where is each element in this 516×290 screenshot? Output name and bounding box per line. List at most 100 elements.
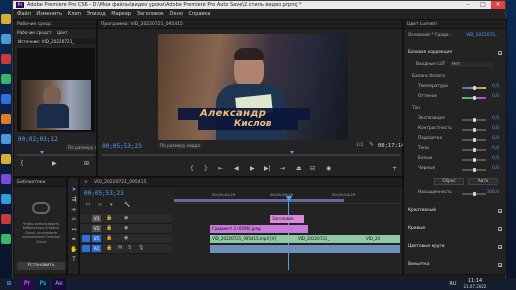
- shadows-value[interactable]: 0,0: [492, 146, 499, 151]
- highlights-slider[interactable]: [462, 138, 486, 142]
- exposure-slider[interactable]: [462, 118, 486, 122]
- close-icon[interactable]: ×: [491, 1, 505, 9]
- curves-header[interactable]: Кривые: [408, 226, 502, 231]
- minimize-icon[interactable]: –: [461, 1, 475, 9]
- add-button-icon[interactable]: +: [392, 165, 397, 172]
- source-zoom-select[interactable]: По размеру кад: [66, 144, 96, 151]
- desktop-icon-2[interactable]: [1, 34, 11, 44]
- color-wheels-checkbox[interactable]: ✓: [498, 245, 502, 250]
- source-playhead-icon[interactable]: [40, 151, 44, 154]
- lumetri-tab[interactable]: Цвет Lumetri: [404, 20, 506, 29]
- desktop-icon-11[interactable]: [1, 214, 11, 224]
- ripple-edit-tool-icon[interactable]: ⟛: [70, 206, 78, 214]
- master-clip-select[interactable]: Основной * Гради...: [408, 33, 453, 38]
- clip-v1-b[interactable]: VID_20220721_: [296, 235, 364, 243]
- white-balance-header[interactable]: Баланс белого: [412, 74, 502, 79]
- step-back-icon[interactable]: ◀: [234, 165, 239, 172]
- a1-mute-icon[interactable]: M: [118, 245, 122, 251]
- highlights-value[interactable]: 0,0: [492, 136, 499, 141]
- taskbar-app-premiere[interactable]: Pr: [20, 278, 34, 290]
- clip-title[interactable]: Заголовок: [270, 215, 304, 223]
- blacks-slider[interactable]: [462, 168, 486, 172]
- program-tab[interactable]: Программа: VID_20220721_095415: [98, 20, 402, 29]
- vignette-header[interactable]: Виньетка: [408, 262, 502, 267]
- desktop-icon-12[interactable]: [1, 234, 11, 244]
- install-button[interactable]: Установить: [17, 262, 65, 270]
- selection-tool-icon[interactable]: ➤: [70, 186, 78, 194]
- contrast-slider[interactable]: [462, 128, 486, 132]
- pen-tool-icon[interactable]: ✒: [70, 236, 78, 244]
- temperature-value[interactable]: 0,0: [492, 84, 499, 89]
- menu-help[interactable]: Справка: [188, 11, 210, 17]
- exposure-value[interactable]: 0,0: [492, 116, 499, 121]
- language-indicator[interactable]: RU: [446, 278, 460, 290]
- desktop-icon-1[interactable]: [1, 14, 11, 24]
- program-zoom-select[interactable]: По размеру кадра: [158, 142, 202, 149]
- timeline-settings-icon[interactable]: 🔧: [124, 202, 130, 208]
- track-label-a1[interactable]: A1: [92, 245, 101, 252]
- lift-icon[interactable]: ⏏: [296, 165, 302, 172]
- saturation-value[interactable]: 100,0: [487, 190, 499, 195]
- tone-header[interactable]: Тон: [412, 106, 502, 111]
- source-label[interactable]: Источник: VID_20220721_: [17, 39, 95, 44]
- desktop-icon-3[interactable]: [1, 54, 11, 64]
- mark-out-icon[interactable]: }: [204, 165, 208, 172]
- desktop-icon-7[interactable]: [1, 134, 11, 144]
- auto-button[interactable]: Авто: [468, 178, 498, 185]
- desktop-icon-4[interactable]: [1, 74, 11, 84]
- track-select-tool-icon[interactable]: ⇶: [70, 196, 78, 204]
- contrast-value[interactable]: 0,0: [492, 126, 499, 131]
- desktop-icon-9[interactable]: [1, 174, 11, 184]
- clock-date[interactable]: 21.07.2022: [460, 284, 490, 290]
- a1-mic-icon[interactable]: 🎙: [138, 245, 144, 251]
- creative-checkbox[interactable]: ✓: [498, 209, 502, 214]
- program-timecode-left[interactable]: 00;05;53;23: [102, 143, 142, 150]
- taskbar-app-aftereffects[interactable]: Ae: [52, 278, 66, 290]
- type-tool-icon[interactable]: T: [70, 256, 78, 264]
- clip-v1-c[interactable]: VID_20: [364, 235, 400, 243]
- basic-correction-header[interactable]: Базовая коррекция: [408, 50, 502, 55]
- menu-title[interactable]: Заголовок: [137, 11, 164, 17]
- v2-eye-icon[interactable]: ◉: [124, 225, 128, 231]
- close-tab-icon[interactable]: ×: [84, 178, 88, 187]
- libraries-tab[interactable]: Библиотеки: [14, 178, 66, 187]
- program-playhead-icon[interactable]: [290, 151, 294, 154]
- source-patch-a1[interactable]: [82, 245, 90, 252]
- menu-clip[interactable]: Клип: [68, 11, 81, 17]
- taskbar-app-photoshop[interactable]: Ps: [36, 278, 50, 290]
- mark-in-icon[interactable]: {: [190, 165, 194, 172]
- saturation-slider[interactable]: [462, 192, 486, 196]
- a1-solo-icon[interactable]: S: [128, 245, 131, 251]
- menu-window[interactable]: Окно: [170, 11, 183, 17]
- shadows-slider[interactable]: [462, 148, 486, 152]
- settings-wrench-icon[interactable]: ✎: [369, 141, 374, 148]
- linked-selection-icon[interactable]: ∞: [98, 202, 102, 208]
- track-label-v3[interactable]: V3: [92, 215, 101, 222]
- color-wheels-header[interactable]: Цветовые круги: [408, 244, 502, 249]
- hand-tool-icon[interactable]: ✋: [70, 246, 78, 254]
- go-to-in-icon[interactable]: ⇤: [218, 165, 223, 172]
- track-label-v1[interactable]: V1: [92, 235, 101, 242]
- creative-header[interactable]: Креативный: [408, 208, 502, 213]
- desktop-icon-8[interactable]: [1, 154, 11, 164]
- clip-name[interactable]: VID_2022072...: [466, 33, 499, 38]
- source-preview[interactable]: [17, 48, 95, 132]
- track-label-v2[interactable]: V2: [92, 225, 101, 232]
- vignette-checkbox[interactable]: ✓: [498, 263, 502, 268]
- v3-lock-icon[interactable]: 🔒: [106, 215, 112, 221]
- tint-value[interactable]: 0,0: [492, 94, 499, 99]
- whites-value[interactable]: 0,0: [492, 156, 499, 161]
- play-icon[interactable]: ▶: [250, 165, 255, 172]
- curves-checkbox[interactable]: ✓: [498, 227, 502, 232]
- source-patch-v1[interactable]: [82, 235, 90, 242]
- v3-eye-icon[interactable]: ◉: [124, 215, 128, 221]
- temperature-slider[interactable]: [462, 86, 486, 90]
- whites-slider[interactable]: [462, 158, 486, 162]
- menu-file[interactable]: Файл: [17, 11, 31, 17]
- desktop-icon-10[interactable]: [1, 194, 11, 204]
- source-insert-icon[interactable]: ⊞: [84, 160, 89, 167]
- start-button[interactable]: ⊞: [2, 278, 16, 290]
- blacks-value[interactable]: 0,0: [492, 166, 499, 171]
- program-fraction-select[interactable]: 1/2: [356, 143, 363, 148]
- work-area-bar[interactable]: [174, 199, 344, 202]
